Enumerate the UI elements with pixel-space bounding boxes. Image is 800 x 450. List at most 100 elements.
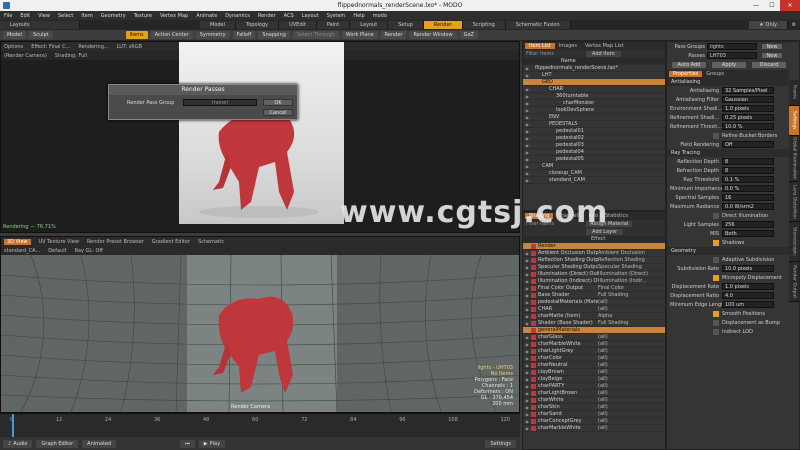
minimize-button[interactable]: — (748, 0, 764, 11)
only-toggle[interactable]: ★ Only (749, 21, 788, 29)
menu-acs[interactable]: ACS (284, 13, 294, 19)
visibility-eye-icon[interactable]: ◉ (523, 101, 531, 106)
shading-row[interactable]: ◉ charWhite (all) (523, 397, 665, 404)
vtab-frame[interactable]: Frame (789, 80, 799, 106)
shading-row[interactable]: ◉ charMarbleWhite (all) (523, 425, 665, 432)
property-checkbox-row[interactable]: Micropoly Displacement (667, 273, 789, 282)
symmetry-button[interactable]: Symmetry (195, 31, 230, 39)
shading-row[interactable]: ◉ Illumination (Indirect) OutputIlluminat… (523, 278, 665, 285)
shading-row[interactable]: ◉ Base Shader Full Shading (523, 292, 665, 299)
property-value-field[interactable]: 4.0 (722, 292, 774, 299)
visibility-eye-icon[interactable]: ◉ (523, 377, 531, 382)
visibility-eye-icon[interactable]: ◉ (523, 286, 531, 291)
shading-row[interactable]: ◉ charMarbleWhite (all) (523, 341, 665, 348)
visibility-eye-icon[interactable]: ◉ (523, 80, 531, 85)
visibility-eye-icon[interactable]: ◉ (523, 349, 531, 354)
property-checkbox-row[interactable]: Smooth Positions (667, 309, 789, 318)
visibility-eye-icon[interactable]: ◉ (523, 300, 531, 305)
property-value-field[interactable]: 0.0 % (722, 185, 774, 192)
visibility-eye-icon[interactable]: ◉ (523, 335, 531, 340)
tab-scripting[interactable]: Scripting (462, 21, 506, 29)
menu-help[interactable]: Help (353, 13, 364, 19)
item-list-row[interactable]: ◉ standard_CAM (523, 177, 665, 184)
item-list-row[interactable]: ◉ CHAR (523, 86, 665, 93)
maximize-button[interactable]: ☐ (764, 0, 780, 11)
shading-row[interactable]: ◉ charSand (all) (523, 411, 665, 418)
vtab-settings[interactable]: Settings (789, 106, 799, 136)
checkbox[interactable] (713, 132, 719, 139)
shading-row[interactable]: ◉ charGlass (all) (523, 334, 665, 341)
select-through-button[interactable]: Select Through (292, 31, 339, 39)
tab-schematic-fusion[interactable]: Schematic Fusion (505, 21, 571, 29)
apply-button[interactable]: Apply (711, 61, 747, 69)
checkbox[interactable] (713, 256, 719, 263)
visibility-eye-icon[interactable]: ◉ (523, 272, 531, 277)
property-value-field[interactable]: Both (722, 230, 774, 237)
shading-row[interactable]: ◉ Render (523, 243, 665, 250)
item-list-row[interactable]: ◉ CAM (523, 163, 665, 170)
visibility-eye-icon[interactable]: ◉ (523, 419, 531, 424)
property-value-field[interactable]: 0.0 W/srm2 (722, 203, 774, 210)
visibility-eye-icon[interactable]: ◉ (523, 314, 531, 319)
render-window-button[interactable]: Render Window (409, 31, 457, 39)
item-list-row[interactable]: ◉ flippednormals_renderScene.lxo* (523, 65, 665, 72)
tab-model[interactable]: Model (200, 21, 237, 29)
timeline[interactable]: 0 12 24 36 48 60 72 84 96 108 120 (0, 413, 520, 438)
item-list-row[interactable]: ◉ PEDESTALS (523, 121, 665, 128)
shading-row[interactable]: ◉ generalMaterials (523, 327, 665, 334)
visibility-eye-icon[interactable]: ◉ (523, 307, 531, 312)
layouts-dropdown[interactable]: Layouts (0, 21, 80, 29)
item-list-row[interactable]: ◉ pedestal01 (523, 128, 665, 135)
property-value-field[interactable]: Gaussian (722, 96, 774, 103)
visibility-eye-icon[interactable]: ◉ (523, 171, 531, 176)
tab-properties[interactable]: Properties (669, 71, 703, 77)
item-list-row[interactable]: ◉ ENV (523, 114, 665, 121)
action-center-button[interactable]: Action Center (150, 31, 193, 39)
tab-groups[interactable]: Groups (702, 71, 728, 77)
property-checkbox-row[interactable]: Direct Illumination (667, 211, 789, 220)
passes-select[interactable]: LHT03 (707, 52, 757, 59)
menu-texture[interactable]: Texture (134, 13, 152, 19)
property-value-field[interactable]: 16 (722, 194, 774, 201)
new-pass-group-button[interactable]: New (761, 43, 783, 50)
property-checkbox-row[interactable]: Adaptive Subdivision (667, 255, 789, 264)
shading-row[interactable]: ◉ Shader (Base Shader) Full Shading (523, 320, 665, 327)
property-value-field[interactable]: 8 (722, 158, 774, 165)
item-list-row[interactable]: ◉ pedestal04 (523, 149, 665, 156)
property-checkbox-row[interactable]: Indirect LOD (667, 327, 789, 336)
visibility-eye-icon[interactable]: ◉ (523, 384, 531, 389)
visibility-eye-icon[interactable]: ◉ (523, 293, 531, 298)
shading-row[interactable]: ◉ charConceptGrey (all) (523, 418, 665, 425)
menu-layout[interactable]: Layout (302, 13, 319, 19)
item-list-row[interactable]: ◉ pedestal05 (523, 156, 665, 163)
shading-row[interactable]: ◉ Specular Shading Output Specular Shading (523, 264, 665, 271)
viewport-style[interactable]: Default (48, 248, 66, 254)
render-pass-group-select[interactable]: (none) (183, 99, 257, 106)
visibility-eye-icon[interactable]: ◉ (523, 157, 531, 162)
tab-layout[interactable]: Layout (350, 21, 389, 29)
preview-rendering[interactable]: Rendering... (78, 44, 108, 50)
visibility-eye-icon[interactable]: ◉ (523, 143, 531, 148)
menu-geometry[interactable]: Geometry (101, 13, 126, 19)
preview-options[interactable]: Options (4, 44, 23, 50)
property-value-field[interactable]: 0.1 % (722, 176, 774, 183)
visibility-eye-icon[interactable]: ◉ (523, 328, 531, 333)
shading-row[interactable]: ◉ Ambient Occlusion Output Ambient Occlusi… (523, 250, 665, 257)
property-section-header[interactable]: Geometry (667, 247, 789, 255)
viewport-camera[interactable]: standard_CA... (4, 248, 40, 254)
menu-modo[interactable]: modo (373, 13, 387, 19)
audio-button[interactable]: ♪ Audio (3, 439, 33, 448)
falloff-button[interactable]: Falloff (232, 31, 256, 39)
visibility-eye-icon[interactable]: ◉ (523, 87, 531, 92)
menu-file[interactable]: File (4, 13, 12, 19)
property-value-field[interactable]: 0.25 pixels (722, 114, 774, 121)
shading-row[interactable]: ◉ CHAR (all) (523, 306, 665, 313)
goz-button[interactable]: GoZ (459, 31, 478, 39)
play-button[interactable]: ▶ Play (198, 439, 226, 448)
menu-animate[interactable]: Animate (196, 13, 217, 19)
item-list-row[interactable]: ◉ LHT (523, 72, 665, 79)
property-value-field[interactable]: 10.0 % (722, 123, 774, 130)
tab-schematic[interactable]: Schematic (198, 239, 224, 245)
preview-lut[interactable]: LUT: sRGB (117, 44, 142, 50)
tab-paint[interactable]: Paint (316, 21, 351, 29)
